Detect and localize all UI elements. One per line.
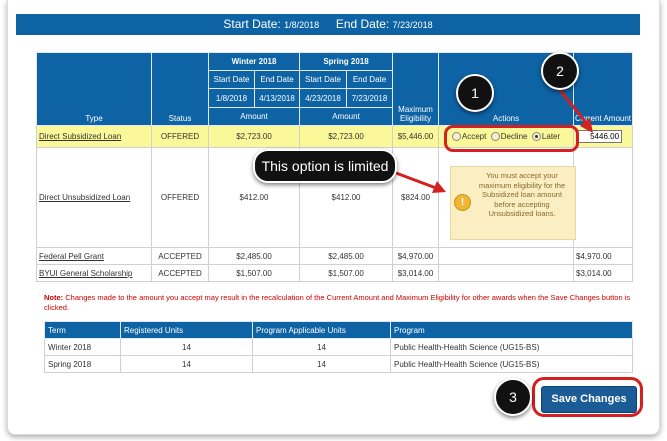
step-badge-1: 1 <box>456 74 494 112</box>
step-badge-2: 2 <box>541 52 579 90</box>
step-badge-3: 3 <box>494 378 532 416</box>
badge2-arrow-head <box>580 118 593 133</box>
limited-option-callout: This option is limited <box>253 149 397 183</box>
